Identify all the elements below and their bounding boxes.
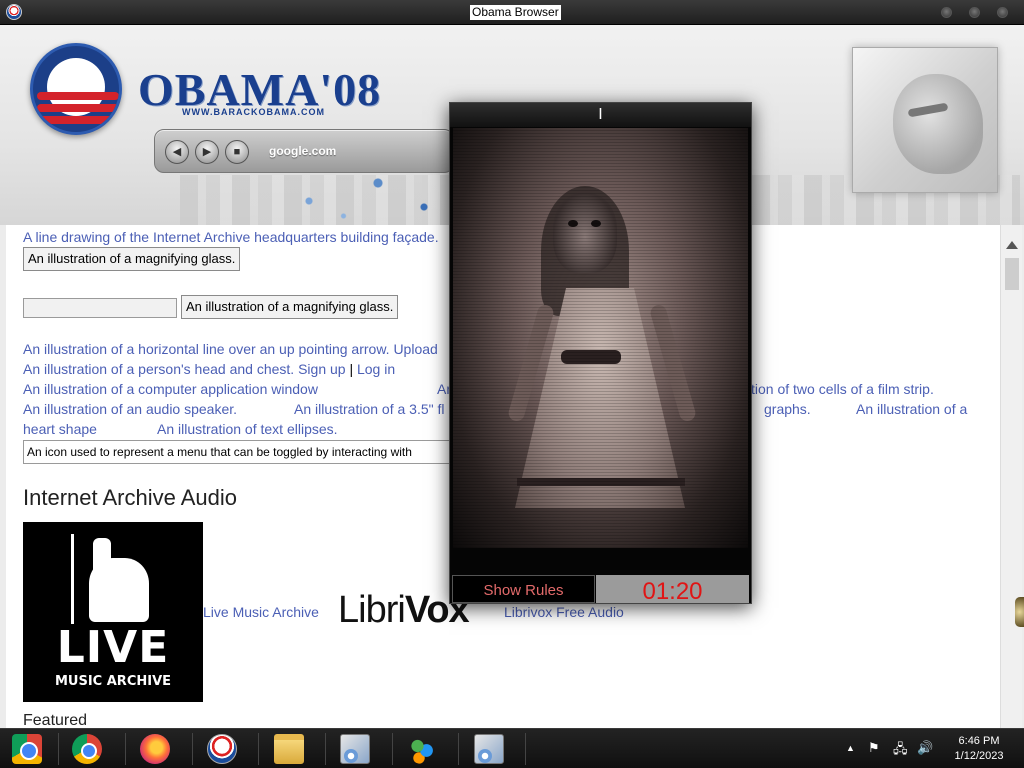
taskbar-setup-2[interactable]: [462, 731, 516, 767]
close-button[interactable]: [997, 7, 1008, 18]
video-link[interactable]: tion of two cells of a film strip.: [751, 381, 934, 397]
images-link[interactable]: graphs.: [764, 401, 811, 417]
archive-building-link[interactable]: A line drawing of the Internet Archive h…: [23, 229, 439, 245]
web-link[interactable]: An illustration of a computer applicatio…: [23, 381, 318, 397]
more-link[interactable]: An illustration of text ellipses.: [157, 421, 338, 437]
taskbar: ▲ ⚑ 🖧 🔊 6:46 PM 1/12/2023: [0, 728, 1024, 768]
flag-icon[interactable]: ⚑: [868, 740, 880, 756]
minimize-button[interactable]: [941, 7, 952, 18]
page-scrollbar[interactable]: [1000, 225, 1022, 728]
creepy-girl-image: [453, 128, 748, 548]
maximize-button[interactable]: [969, 7, 980, 18]
tray-arrow-icon[interactable]: ▲: [846, 743, 855, 753]
taskbar-setup[interactable]: [328, 731, 382, 767]
person-icon-text: An illustration of a person's head and c…: [23, 361, 295, 377]
taskbar-users[interactable]: [395, 731, 449, 767]
horror-popup-window: I Show Rules 01:20: [449, 102, 752, 604]
search-input[interactable]: [23, 298, 177, 318]
obama-browser-icon: [207, 734, 237, 764]
clock-date: 1/12/2023: [954, 750, 1004, 762]
address-bar[interactable]: google.com: [269, 144, 336, 158]
menu-toggle-button[interactable]: An icon used to represent a menu that ca…: [23, 440, 453, 464]
search-icon-button-2[interactable]: An illustration of a magnifying glass.: [181, 295, 399, 319]
search-icon-button-1[interactable]: An illustration of a magnifying glass.: [23, 247, 241, 271]
window-title: Obama Browser: [470, 5, 561, 20]
librivox-logo-a: Libri: [338, 589, 406, 631]
librivox-link[interactable]: Librivox Free Audio: [504, 604, 624, 620]
llama-icon: [89, 558, 149, 622]
network-icon[interactable]: 🖧: [893, 740, 908, 762]
taskbar-file-explorer[interactable]: [262, 731, 316, 767]
volume-icon[interactable]: 🔊: [917, 740, 933, 756]
navigation-bar: ◀ ▶ ■ google.com: [154, 129, 454, 173]
taskbar-clock[interactable]: 6:46 PM 1/12/2023: [948, 734, 1010, 764]
log-in-link[interactable]: Log in: [357, 361, 395, 377]
upload-link[interactable]: An illustration of a horizontal line ove…: [23, 341, 438, 357]
donate-link-b[interactable]: heart shape: [23, 421, 97, 437]
audio-heading: Internet Archive Audio: [23, 485, 238, 510]
countdown-timer: 01:20: [596, 575, 749, 603]
scroll-up-icon[interactable]: [1006, 241, 1018, 249]
audio-link[interactable]: An illustration of an audio speaker.: [23, 401, 237, 417]
popup-footer: Show Rules 01:20: [450, 573, 751, 603]
edge-widget-icon[interactable]: [1015, 597, 1024, 627]
separator: |: [349, 361, 354, 377]
account-line: An illustration of a person's head and c…: [23, 361, 395, 377]
taskbar-firefox[interactable]: [128, 731, 182, 767]
obama-logo: [30, 43, 122, 135]
popup-title[interactable]: I: [450, 103, 751, 127]
scroll-thumb[interactable]: [1005, 258, 1019, 290]
obama-portrait-image: [852, 47, 998, 193]
taskbar-chrome[interactable]: [60, 731, 114, 767]
mic-stand-icon: [71, 534, 74, 624]
chrome-icon: [72, 734, 102, 764]
brand-url: WWW.BARACKOBAMA.COM: [182, 107, 325, 117]
users-icon: [407, 734, 437, 764]
forward-button[interactable]: ▶: [195, 140, 219, 164]
stars-decoration: [240, 165, 470, 225]
start-button[interactable]: [0, 731, 54, 767]
lma-tile-sub: MUSIC ARCHIVE: [54, 674, 172, 689]
donate-link-a[interactable]: An illustration of a: [856, 401, 967, 417]
taskbar-obama-browser[interactable]: [195, 731, 249, 767]
featured-heading: Featured: [23, 712, 88, 728]
sign-up-link[interactable]: Sign up: [298, 361, 345, 377]
clock-time: 6:46 PM: [958, 735, 1000, 747]
live-music-archive-link[interactable]: Live Music Archive: [203, 604, 319, 620]
start-icon: [12, 734, 42, 764]
setup-icon: [340, 734, 370, 764]
firefox-icon: [140, 734, 170, 764]
obama-app-icon[interactable]: [6, 4, 22, 20]
setup-icon-2: [474, 734, 504, 764]
software-link[interactable]: An illustration of a 3.5" fl: [294, 401, 445, 417]
stop-button[interactable]: ■: [225, 140, 249, 164]
show-rules-button[interactable]: Show Rules: [452, 575, 595, 603]
folder-icon: [274, 734, 304, 764]
window-titlebar: Obama Browser: [0, 0, 1024, 25]
back-button[interactable]: ◀: [165, 140, 189, 164]
live-music-archive-tile[interactable]: LIVE MUSIC ARCHIVE: [23, 522, 203, 702]
lma-tile-live: LIVE: [56, 622, 170, 673]
